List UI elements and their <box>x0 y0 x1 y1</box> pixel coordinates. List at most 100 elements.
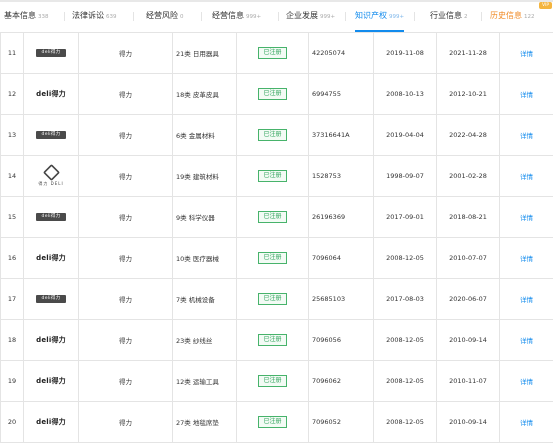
tab-label: 知识产权 <box>355 11 387 20</box>
table-row: 11deli得力得力21类 日用器具已注册422050742019-11-082… <box>1 33 553 74</box>
tab-label: 法律诉讼 <box>72 11 104 20</box>
status-cell: 已注册 <box>237 402 309 443</box>
table-row: 18deli得力得力23类 纱线丝已注册70960562008-12-05201… <box>1 320 553 361</box>
logo-cell[interactable]: deli得力 <box>24 238 79 279</box>
detail-link[interactable]: 详情 <box>520 50 533 58</box>
logo-cell[interactable]: deli得力 <box>24 361 79 402</box>
tab-separator <box>481 12 482 21</box>
status-badge: 已注册 <box>258 416 286 428</box>
logo-cell[interactable]: 得力 DELI <box>24 156 79 197</box>
apply-date: 2019-04-04 <box>374 115 437 156</box>
trademark-class: 27类 地毯席垫 <box>173 402 237 443</box>
expire-date: 2018-08-21 <box>437 197 500 238</box>
status-cell: 已注册 <box>237 238 309 279</box>
apply-date: 2019-11-08 <box>374 33 437 74</box>
tab-count: 639 <box>106 14 117 20</box>
trademark-logo-image: deli得力 <box>36 335 66 345</box>
tab-separator <box>133 12 134 21</box>
detail-link[interactable]: 详情 <box>520 419 533 427</box>
registration-number: 7096062 <box>309 361 374 402</box>
table-row: 13deli得力得力6类 金属材料已注册37316641A2019-04-042… <box>1 115 553 156</box>
apply-date: 1998-09-07 <box>374 156 437 197</box>
detail-link[interactable]: 详情 <box>520 337 533 345</box>
trademark-class: 19类 建筑材料 <box>173 156 237 197</box>
trademark-name: 得力 <box>79 197 173 238</box>
apply-date: 2008-12-05 <box>374 402 437 443</box>
detail-link[interactable]: 详情 <box>520 132 533 140</box>
row-index: 15 <box>1 197 24 238</box>
trademark-class: 6类 金属材料 <box>173 115 237 156</box>
status-cell: 已注册 <box>237 74 309 115</box>
trademark-logo-image: deli得力 <box>36 295 66 303</box>
registration-number: 7096056 <box>309 320 374 361</box>
trademark-logo-image: 得力 DELI <box>38 165 64 187</box>
apply-date: 2008-10-13 <box>374 74 437 115</box>
table-row: 14得力 DELI得力19类 建筑材料已注册15287531998-09-072… <box>1 156 553 197</box>
logo-cell[interactable]: deli得力 <box>24 279 79 320</box>
logo-cell[interactable]: deli得力 <box>24 402 79 443</box>
detail-link[interactable]: 详情 <box>520 296 533 304</box>
registration-number: 42205074 <box>309 33 374 74</box>
table-row: 19deli得力得力12类 运输工具已注册70960622008-12-0520… <box>1 361 553 402</box>
tab-business-info[interactable]: 经营信息999+ <box>212 6 261 26</box>
trademark-class: 7类 机械设备 <box>173 279 237 320</box>
trademark-logo-image: deli得力 <box>36 49 66 57</box>
detail-link[interactable]: 详情 <box>520 378 533 386</box>
tab-label: 经营信息 <box>212 11 244 20</box>
status-badge: 已注册 <box>258 334 286 346</box>
trademark-name: 得力 <box>79 33 173 74</box>
row-index: 18 <box>1 320 24 361</box>
tab-label: 企业发展 <box>286 11 318 20</box>
logo-cell[interactable]: deli得力 <box>24 33 79 74</box>
registration-number: 26196369 <box>309 197 374 238</box>
detail-link[interactable]: 详情 <box>520 91 533 99</box>
expire-date: 2010-09-14 <box>437 402 500 443</box>
detail-link[interactable]: 详情 <box>520 173 533 181</box>
trademark-name: 得力 <box>79 115 173 156</box>
row-index: 12 <box>1 74 24 115</box>
trademark-table: 11deli得力得力21类 日用器具已注册422050742019-11-082… <box>0 32 553 443</box>
trademark-name: 得力 <box>79 156 173 197</box>
tab-development[interactable]: 企业发展999+ <box>286 6 335 26</box>
tab-separator <box>345 12 346 21</box>
logo-cell[interactable]: deli得力 <box>24 197 79 238</box>
logo-cell[interactable]: deli得力 <box>24 74 79 115</box>
trademark-class: 10类 医疗器械 <box>173 238 237 279</box>
expire-date: 2010-07-07 <box>437 238 500 279</box>
table-row: 20deli得力得力27类 地毯席垫已注册70960522008-12-0520… <box>1 402 553 443</box>
logo-mark-icon <box>43 164 60 181</box>
trademark-name: 得力 <box>79 361 173 402</box>
logo-caption: 得力 DELI <box>38 181 64 187</box>
detail-link[interactable]: 详情 <box>520 255 533 263</box>
trademark-name: 得力 <box>79 238 173 279</box>
detail-cell: 详情 <box>500 279 553 320</box>
expire-date: 2012-10-21 <box>437 74 500 115</box>
status-cell: 已注册 <box>237 279 309 320</box>
row-index: 11 <box>1 33 24 74</box>
detail-cell: 详情 <box>500 33 553 74</box>
top-divider <box>0 0 553 2</box>
logo-cell[interactable]: deli得力 <box>24 320 79 361</box>
tab-count: 122 <box>524 14 535 20</box>
tab-basic-info[interactable]: 基本信息338 <box>4 6 49 26</box>
status-cell: 已注册 <box>237 33 309 74</box>
logo-cell[interactable]: deli得力 <box>24 115 79 156</box>
tab-label: 行业信息 <box>430 11 462 20</box>
tab-industry-info[interactable]: 行业信息2 <box>430 6 468 26</box>
tab-intellectual-property[interactable]: 知识产权999+ <box>355 6 404 26</box>
status-badge: 已注册 <box>258 88 286 100</box>
tab-history-info[interactable]: 历史信息122 <box>490 6 535 26</box>
status-cell: 已注册 <box>237 320 309 361</box>
expire-date: 2010-11-07 <box>437 361 500 402</box>
tab-business-risk[interactable]: 经营风险0 <box>146 6 184 26</box>
detail-cell: 详情 <box>500 156 553 197</box>
tab-bar: 基本信息338 法律诉讼639 经营风险0 经营信息999+ 企业发展999+ … <box>0 0 553 33</box>
row-index: 13 <box>1 115 24 156</box>
row-index: 16 <box>1 238 24 279</box>
status-badge: 已注册 <box>258 252 286 264</box>
tab-litigation[interactable]: 法律诉讼639 <box>72 6 117 26</box>
registration-number: 7096064 <box>309 238 374 279</box>
detail-link[interactable]: 详情 <box>520 214 533 222</box>
detail-cell: 详情 <box>500 320 553 361</box>
trademark-class: 9类 科学仪器 <box>173 197 237 238</box>
